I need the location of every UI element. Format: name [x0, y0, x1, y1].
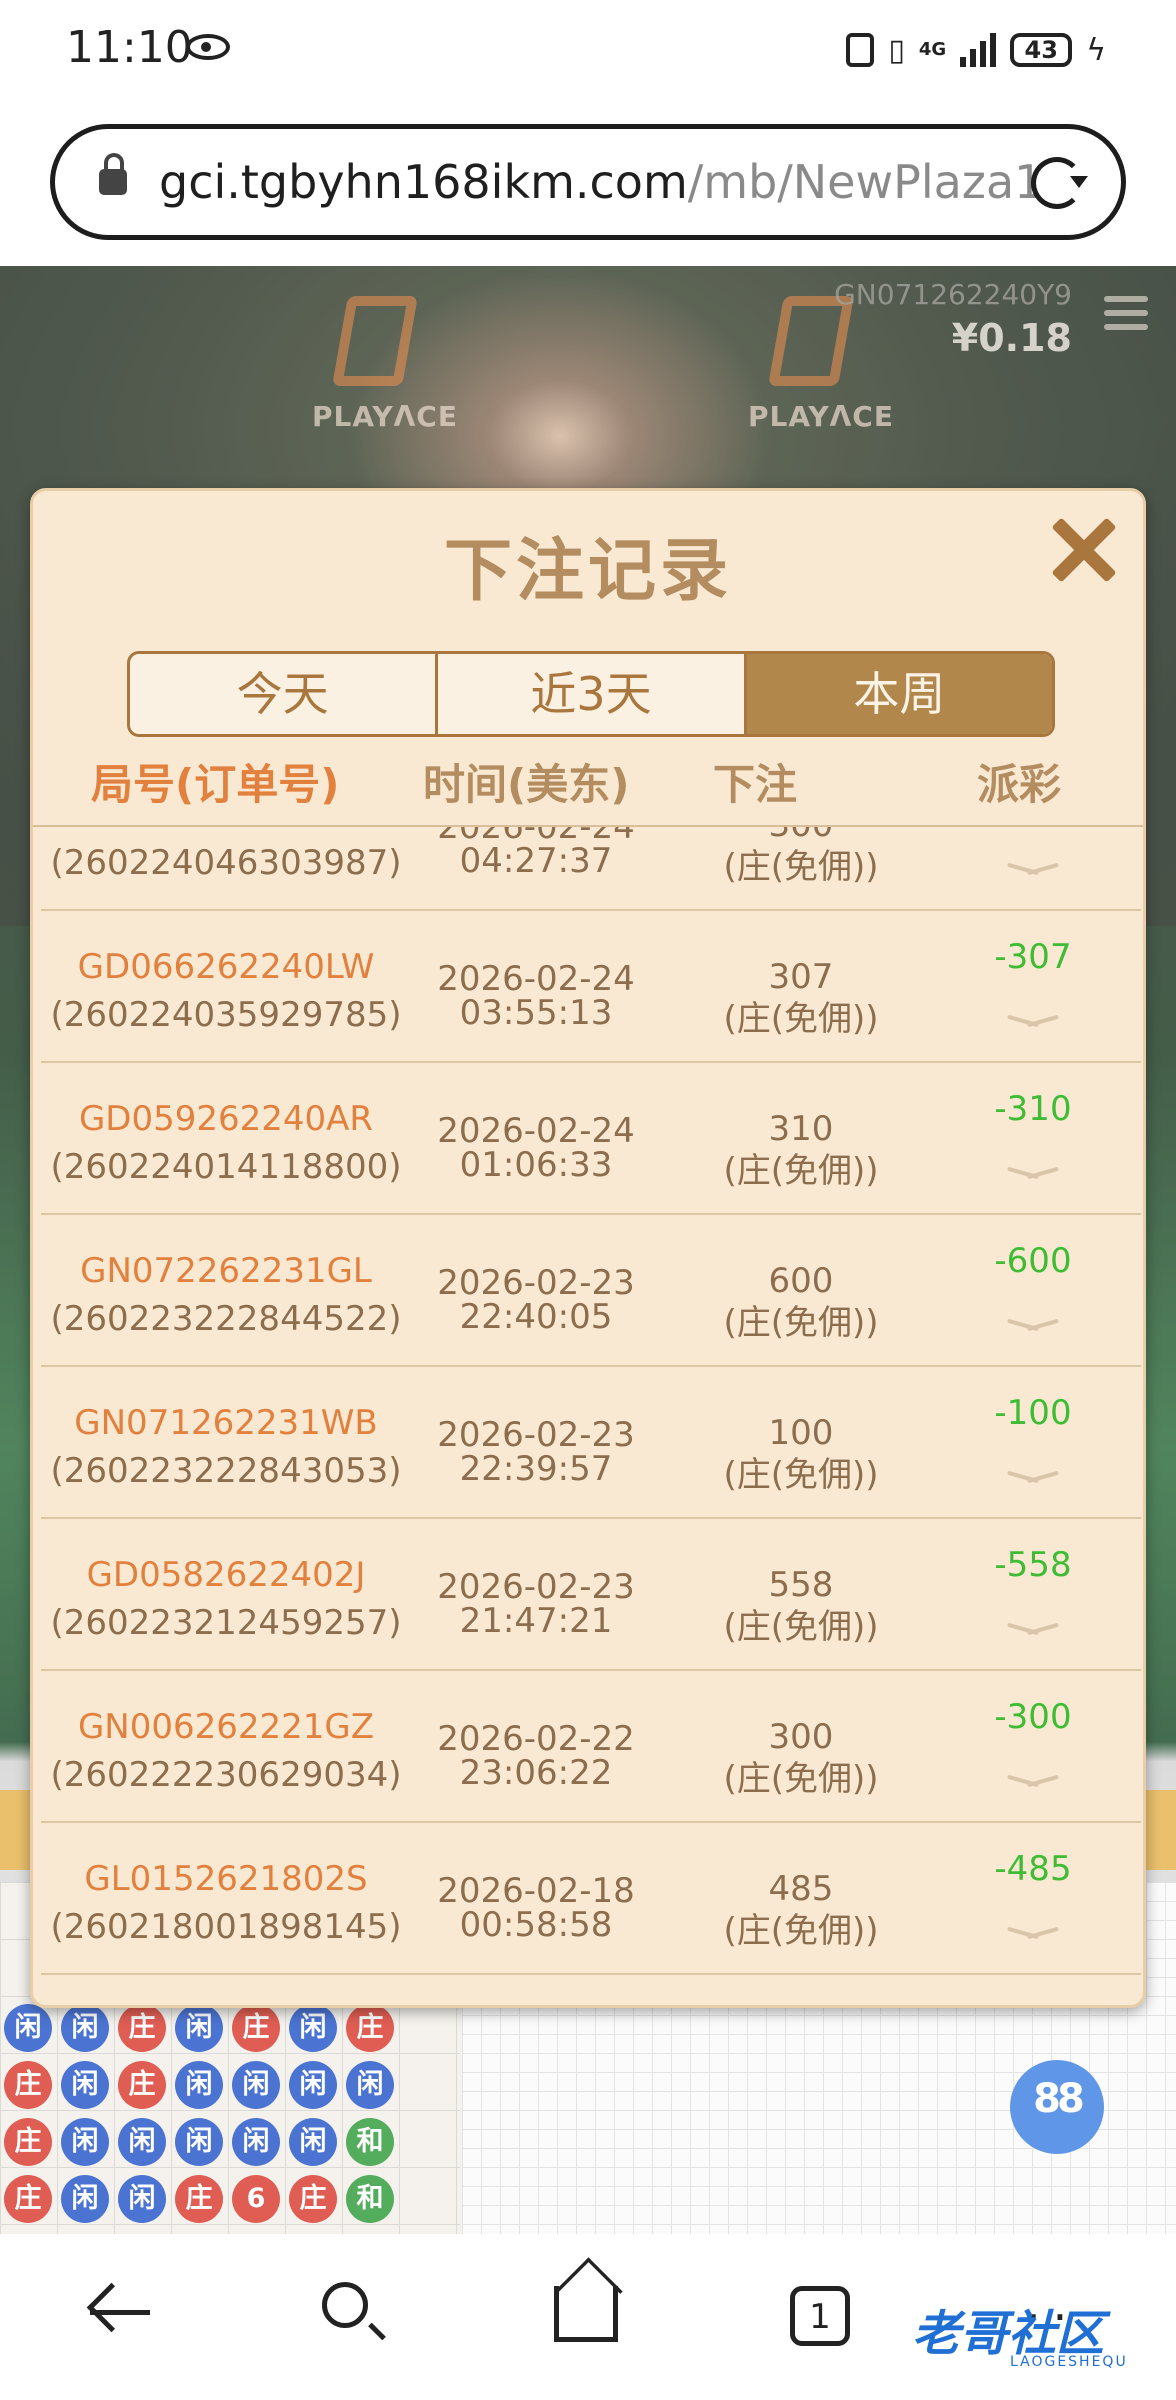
lock-icon[interactable] — [99, 153, 127, 195]
column-header-bet: 下注 — [713, 760, 798, 809]
order-number: (260224046303987) — [50, 843, 402, 883]
payout-value: -100 — [994, 1393, 1072, 1433]
chevron-down-icon[interactable] — [1007, 1771, 1059, 1793]
order-number: (260222230629034) — [50, 1755, 402, 1795]
column-header-round: 局号(订单号) — [91, 760, 340, 809]
chevron-down-icon[interactable] — [1007, 1315, 1059, 1337]
bet-time: 04:27:37 — [459, 841, 613, 881]
close-icon[interactable] — [1039, 505, 1129, 595]
bet-time: 22:39:57 — [459, 1449, 613, 1489]
bet-row[interactable]: GN072262231GL (260223222844522) 2026-02-23… — [41, 1215, 1141, 1367]
chevron-down-icon[interactable] — [1007, 1163, 1059, 1185]
column-header-payout: 派彩 — [977, 760, 1062, 809]
charging-icon: ϟ — [1086, 32, 1106, 68]
status-time: 11:10 — [66, 22, 193, 73]
bet-type: (庄(免佣)) — [723, 1455, 879, 1495]
round-id: GN072262231GL — [80, 1251, 372, 1291]
bet-type: (庄(免佣)) — [723, 1151, 879, 1191]
payout-value: -558 — [994, 1545, 1072, 1585]
bet-row[interactable]: GD060262240?A(260224046303987)2026-02-24… — [41, 827, 1141, 911]
watermark-sub: LAOGESHEQU — [1010, 2354, 1128, 2370]
bet-row[interactable]: GN071262231WB (260223222843053) 2026-02-23… — [41, 1367, 1141, 1519]
battery-icon: 43 — [1010, 33, 1073, 67]
round-id: GD0582622402J — [86, 1555, 366, 1595]
network-type: 4G — [918, 39, 947, 60]
bet-row[interactable]: GL0152621802S (260218001898145) 2026-02-18… — [41, 1823, 1141, 1975]
bet-time: 22:40:05 — [459, 1297, 613, 1337]
round-id: GD059262240AR — [78, 1099, 374, 1139]
column-header-time: 时间(美东) — [423, 760, 630, 809]
order-number: (260223222844522) — [50, 1299, 402, 1339]
eye-icon — [186, 34, 230, 60]
payout-value: -307 — [994, 937, 1072, 977]
bet-time: 01:06:33 — [459, 1145, 613, 1185]
bet-type: (庄(免佣)) — [723, 1303, 879, 1343]
reload-icon[interactable] — [1031, 157, 1088, 209]
status-icons: ▯ 4G 43 ϟ — [846, 26, 1106, 74]
address-bar[interactable]: gci.tgbyhn168ikm.com/mb/NewPlaza1 — [50, 124, 1126, 240]
round-id: GL0152621802S — [84, 1859, 368, 1899]
signal-icon — [960, 33, 997, 67]
round-id: GD060262240?A — [41, 827, 411, 835]
chevron-down-icon[interactable] — [1007, 1923, 1059, 1945]
tabs-icon[interactable]: 1 — [790, 2286, 850, 2346]
bottom-navigation: 1 ·· 老哥社区 LAOGESHEQU — [0, 2234, 1176, 2400]
payout-value: -600 — [994, 1241, 1072, 1281]
bet-type: (庄(免佣)) — [723, 1759, 879, 1799]
bet-row[interactable]: GD0582622402J (260223212459257) 2026-02-23… — [41, 1519, 1141, 1671]
url-host: gci.tgbyhn168ikm.com — [159, 155, 688, 209]
bet-row[interactable]: GN006262221GZ (260222230629034) 2026-02-22… — [41, 1671, 1141, 1823]
bet-time: 21:47:21 — [459, 1601, 613, 1641]
url-text[interactable]: gci.tgbyhn168ikm.com/mb/NewPlaza1 — [159, 155, 1043, 209]
tab-last-3-days[interactable]: 近3天 — [438, 654, 747, 734]
chevron-down-icon[interactable] — [1007, 1619, 1059, 1641]
bet-type: (庄(免佣)) — [723, 847, 879, 887]
order-number: (260224014118800) — [50, 1147, 402, 1187]
payout-value: -485 — [994, 1849, 1072, 1889]
bet-row[interactable]: GD059262240AR (260224014118800) 2026-02-24… — [41, 1063, 1141, 1215]
chevron-down-icon[interactable] — [1007, 859, 1059, 881]
bet-time: 23:06:22 — [459, 1753, 613, 1793]
bet-type: (庄(免佣)) — [723, 1607, 879, 1647]
order-number: (260223212459257) — [50, 1603, 402, 1643]
bet-list: GD060262240?A(260224046303987)2026-02-24… — [33, 827, 1143, 2005]
round-id: GN006262221GZ — [77, 1707, 375, 1747]
bet-time: 03:55:13 — [459, 993, 613, 1033]
order-number: (260224035929785) — [50, 995, 402, 1035]
nfc-icon — [846, 33, 875, 67]
bet-history-modal: 下注记录 今天 近3天 本周 局号(订单号) 时间(美东) 下注 派彩 GD06… — [30, 488, 1146, 2008]
payout-value: -310 — [994, 1089, 1072, 1129]
status-bar: 11:10 ▯ 4G 43 ϟ — [0, 0, 1176, 100]
back-icon[interactable] — [86, 2278, 156, 2348]
order-number: (260223222843053) — [50, 1451, 402, 1491]
payout-value: -300 — [994, 1697, 1072, 1737]
modal-title: 下注记录 — [443, 532, 732, 611]
bet-row[interactable]: GD066262240LW (260224035929785) 2026-02-24… — [41, 911, 1141, 1063]
date-range-tabs: 今天 近3天 本周 — [127, 651, 1055, 737]
round-id: GD066262240LW — [77, 947, 375, 987]
tab-this-week[interactable]: 本周 — [746, 654, 1052, 734]
home-icon[interactable] — [554, 2286, 618, 2342]
search-icon[interactable] — [322, 2282, 368, 2328]
chevron-down-icon[interactable] — [1007, 1467, 1059, 1489]
bet-type: (庄(免佣)) — [723, 999, 879, 1039]
url-path: /mb/NewPlaza1 — [687, 155, 1044, 209]
bet-type: (庄(免佣)) — [723, 1911, 879, 1951]
bet-time: 00:58:58 — [459, 1905, 613, 1945]
round-id: GN071262231WB — [74, 1403, 378, 1443]
vibrate-icon: ▯ — [888, 32, 905, 68]
order-number: (260218001898145) — [50, 1907, 402, 1947]
chevron-down-icon[interactable] — [1007, 1011, 1059, 1033]
tab-today[interactable]: 今天 — [130, 654, 439, 734]
